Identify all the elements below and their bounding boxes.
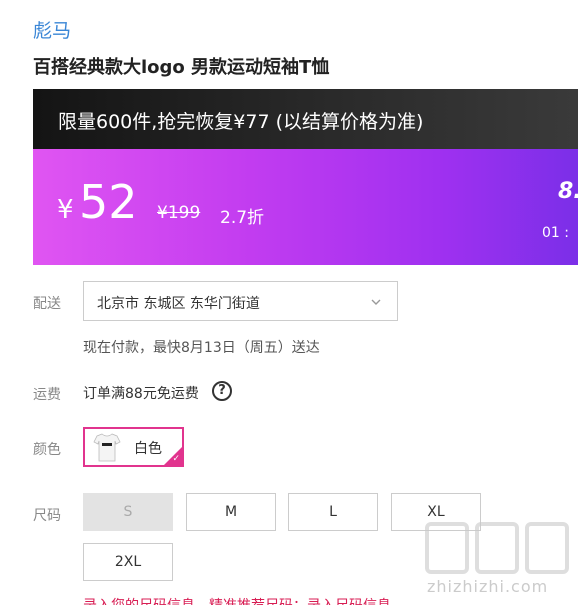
- festival-badge: 8.8: [558, 179, 578, 204]
- promo-banner-text: 限量600件,抢完恢复¥77 (以结算价格为准): [58, 111, 424, 133]
- size-option-m[interactable]: M: [186, 493, 276, 531]
- original-price: ¥199: [157, 203, 201, 223]
- size-option-l[interactable]: L: [288, 493, 378, 531]
- delivery-estimate: 现在付款，最快8月13日（周五）送达: [83, 340, 320, 356]
- brand-link[interactable]: 彪马: [33, 16, 71, 43]
- countdown-timer: 01 :: [542, 225, 569, 241]
- color-label: 颜色: [33, 442, 61, 458]
- color-option-white[interactable]: 白色 ✓: [83, 427, 184, 467]
- checkmark-icon: ✓: [172, 454, 180, 464]
- size-option-2xl[interactable]: 2XL: [83, 543, 173, 581]
- watermark-logo-icon: [475, 522, 519, 574]
- address-selector[interactable]: 北京市 东城区 东华门街道: [83, 281, 398, 321]
- size-info-link[interactable]: 录入您的尺码信息，精准推荐尺码；录入尺码信息: [83, 595, 391, 605]
- size-label: 尺码: [33, 508, 61, 524]
- delivery-label: 配送: [33, 296, 61, 312]
- currency-symbol: ¥: [57, 195, 74, 225]
- freight-label: 运费: [33, 387, 61, 403]
- discount-rate: 2.7折: [220, 208, 265, 228]
- sale-price: 52: [79, 175, 138, 229]
- help-icon[interactable]: ?: [212, 381, 232, 401]
- freight-text: 订单满88元免运费: [83, 386, 199, 402]
- promo-banner: 限量600件,抢完恢复¥77 (以结算价格为准): [33, 89, 578, 149]
- price-panel: ¥ 52 ¥199 2.7折 8.8 01 :: [33, 149, 578, 265]
- tshirt-thumbnail-icon: [93, 433, 121, 462]
- watermark: zhizhizhi.com: [425, 522, 575, 602]
- watermark-logo-icon: [525, 522, 569, 574]
- watermark-text: zhizhizhi.com: [427, 577, 549, 596]
- size-option-s[interactable]: S: [83, 493, 173, 531]
- watermark-logo-icon: [425, 522, 469, 574]
- chevron-down-icon: [371, 299, 381, 305]
- product-title: 百搭经典款大logo 男款运动短袖T恤: [33, 57, 330, 78]
- address-value: 北京市 东城区 东华门街道: [97, 296, 260, 312]
- color-option-label: 白色: [134, 441, 162, 457]
